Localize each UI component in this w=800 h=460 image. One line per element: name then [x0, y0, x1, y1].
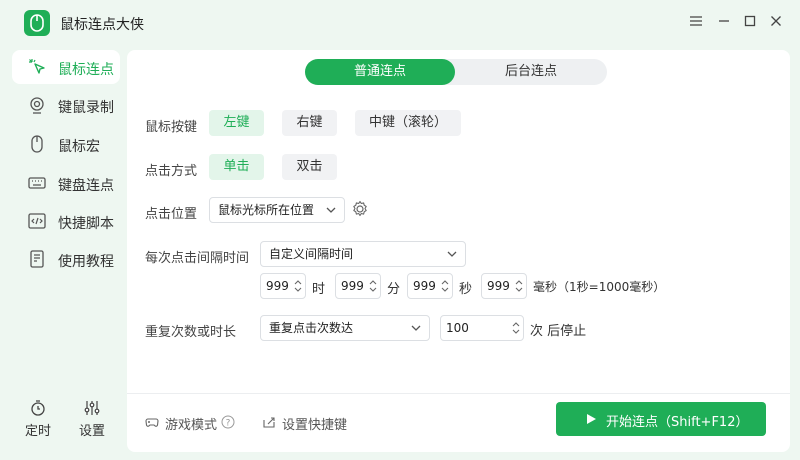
sidebar-item-mouse-clicker[interactable]: 鼠标连点 [12, 50, 120, 84]
sidebar-item-script[interactable]: 快捷脚本 [12, 204, 120, 238]
main-panel: 普通连点 后台连点 鼠标按键 左键 右键 中键（滚轮） 点击方式 单击 双击 点… [127, 50, 790, 452]
spinner-arrows-icon[interactable] [441, 277, 449, 295]
sidebar-item-keyboard[interactable]: 键盘连点 [12, 166, 120, 200]
repeat-count-input[interactable]: 100 [440, 315, 524, 341]
settings-label: 设置 [78, 424, 105, 439]
document-icon [30, 250, 44, 268]
repeat-suffix: 次 后停止 [530, 324, 587, 339]
hours-unit: 时 [312, 282, 326, 297]
repeat-mode-value: 重复点击次数达 [269, 321, 354, 335]
double-click-option[interactable]: 双击 [282, 154, 337, 180]
minutes-value: 999 [341, 279, 364, 293]
repeat-mode-select[interactable]: 重复点击次数达 [260, 315, 430, 341]
play-icon [587, 414, 596, 424]
seconds-value: 999 [413, 279, 436, 293]
chevron-down-icon [411, 325, 421, 331]
maximize-button[interactable] [738, 10, 762, 32]
middle-button-option[interactable]: 中键（滚轮） [355, 110, 461, 136]
menu-icon [690, 16, 702, 26]
sidebar-item-tutorial[interactable]: 使用教程 [12, 242, 120, 276]
left-button-option[interactable]: 左键 [209, 110, 264, 136]
chevron-down-icon [326, 207, 336, 213]
svg-text:?: ? [226, 419, 231, 429]
spinner-arrows-icon[interactable] [512, 319, 520, 337]
title-bar: 鼠标连点大侠 [0, 0, 800, 44]
sidebar-item-label: 鼠标宏 [58, 139, 100, 155]
mode-tabs: 普通连点 后台连点 [305, 59, 607, 85]
minutes-unit: 分 [387, 282, 401, 297]
milliseconds-input[interactable]: 999 [481, 273, 527, 299]
minimize-button[interactable] [712, 10, 736, 32]
tab-background-click[interactable]: 后台连点 [455, 59, 607, 85]
interval-label: 每次点击间隔时间 [145, 251, 250, 266]
interval-mode-value: 自定义间隔时间 [269, 247, 354, 261]
minutes-input[interactable]: 999 [335, 273, 381, 299]
sidebar-item-label: 快捷脚本 [58, 216, 114, 232]
set-hotkey-button[interactable]: 设置快捷键 [262, 414, 362, 433]
repeat-label: 重复次数或时长 [145, 325, 237, 340]
sidebar-item-label: 键盘连点 [58, 178, 114, 194]
minimize-icon [719, 20, 729, 22]
sidebar-item-label: 鼠标连点 [58, 62, 114, 78]
sidebar-item-record[interactable]: 键鼠录制 [12, 88, 120, 122]
single-click-option[interactable]: 单击 [209, 154, 264, 180]
cursor-click-icon [29, 59, 45, 74]
sidebar-item-macro[interactable]: 鼠标宏 [12, 127, 120, 161]
milliseconds-unit: 毫秒（1秒=1000毫秒） [533, 280, 666, 294]
game-mode-toggle[interactable]: 游戏模式 ? [145, 414, 245, 433]
mouse-button-label: 鼠标按键 [145, 120, 198, 135]
tab-normal-click[interactable]: 普通连点 [305, 59, 455, 85]
close-button[interactable] [764, 10, 788, 32]
keyboard-icon [28, 177, 46, 189]
sidebar: 鼠标连点 键鼠录制 鼠标宏 键盘连点 快捷脚本 使用教程 定时 设置 [10, 50, 122, 450]
seconds-input[interactable]: 999 [407, 273, 453, 299]
maximize-icon [744, 15, 756, 27]
code-window-icon [28, 213, 46, 229]
gamepad-icon [145, 418, 159, 427]
gear-icon[interactable] [351, 200, 369, 218]
start-clicking-label: 开始连点（Shift+F12） [606, 415, 749, 430]
hours-value: 999 [266, 279, 289, 293]
help-icon[interactable]: ? [221, 415, 235, 429]
sidebar-item-label: 键鼠录制 [58, 100, 114, 116]
set-hotkey-label: 设置快捷键 [282, 418, 348, 433]
timer-button[interactable]: 定时 [18, 400, 58, 439]
webcam-icon [30, 97, 44, 114]
spinner-arrows-icon[interactable] [294, 277, 302, 295]
repeat-count-value: 100 [446, 321, 469, 335]
app-logo-icon [24, 10, 50, 36]
game-mode-label: 游戏模式 [165, 418, 218, 433]
spinner-arrows-icon[interactable] [369, 277, 377, 295]
click-position-value: 鼠标光标所在位置 [218, 203, 315, 217]
spinner-arrows-icon[interactable] [515, 277, 523, 295]
interval-mode-select[interactable]: 自定义间隔时间 [260, 241, 466, 267]
footer-divider [127, 393, 790, 394]
clock-icon [31, 400, 45, 416]
menu-button[interactable] [684, 10, 708, 32]
mouse-icon [31, 135, 43, 153]
sliders-icon [84, 401, 100, 415]
chevron-down-icon [447, 251, 457, 257]
click-mode-label: 点击方式 [145, 164, 198, 179]
timer-label: 定时 [24, 424, 51, 439]
seconds-unit: 秒 [459, 282, 473, 297]
app-window: 鼠标连点大侠 鼠标连点 键鼠录制 鼠标宏 键盘连点 快捷脚本 使用教程 定时 设… [0, 0, 800, 460]
settings-button[interactable]: 设置 [72, 400, 112, 439]
hotkey-icon [263, 417, 275, 428]
milliseconds-value: 999 [487, 279, 510, 293]
click-position-label: 点击位置 [145, 207, 198, 222]
right-button-option[interactable]: 右键 [282, 110, 337, 136]
app-title: 鼠标连点大侠 [60, 17, 144, 33]
hours-input[interactable]: 999 [260, 273, 306, 299]
start-clicking-button[interactable]: 开始连点（Shift+F12） [556, 402, 766, 436]
close-icon [771, 16, 781, 26]
sidebar-item-label: 使用教程 [58, 254, 114, 270]
click-position-select[interactable]: 鼠标光标所在位置 [209, 197, 345, 223]
